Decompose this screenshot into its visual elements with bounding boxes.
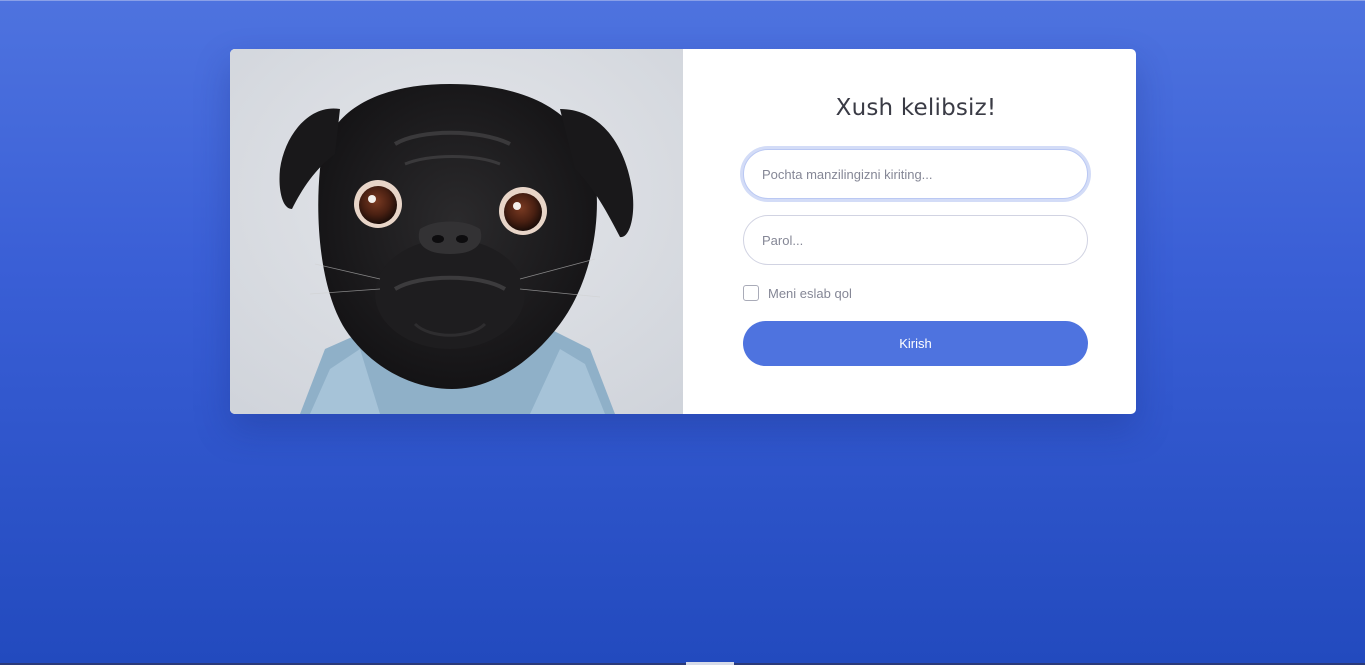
pug-dog-image — [230, 49, 683, 414]
top-border — [0, 0, 1365, 1]
password-input[interactable] — [743, 215, 1088, 265]
login-button[interactable]: Kirish — [743, 321, 1088, 366]
remember-me-checkbox[interactable] — [743, 285, 759, 301]
remember-me-control[interactable]: Meni eslab qol — [743, 285, 852, 301]
login-form: Xush kelibsiz! Meni eslab qol Kirish — [683, 49, 1136, 414]
remember-me-label: Meni eslab qol — [768, 285, 852, 301]
welcome-title: Xush kelibsiz! — [835, 95, 997, 121]
login-card: Xush kelibsiz! Meni eslab qol Kirish — [230, 49, 1136, 414]
email-input[interactable] — [743, 149, 1088, 199]
